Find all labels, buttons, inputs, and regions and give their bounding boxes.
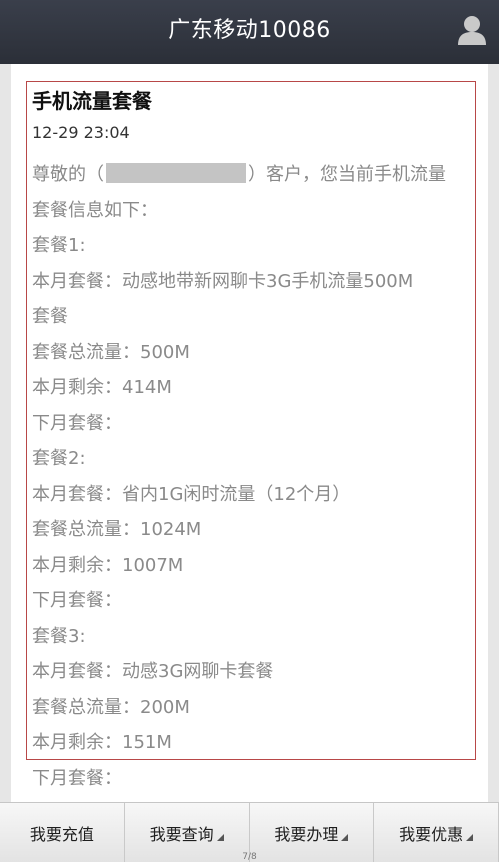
user-avatar-icon[interactable] xyxy=(456,13,488,45)
submenu-triangle-icon xyxy=(466,833,474,841)
recharge-button-label: 我要充值 xyxy=(29,824,94,844)
message-line: 套餐 xyxy=(32,306,68,327)
message-time: 12-29 23:04 xyxy=(32,123,130,142)
greeting-prefix: 尊敬的（ xyxy=(32,164,104,185)
app-header: 广东移动10086 xyxy=(0,0,499,64)
message-line: 套餐2: xyxy=(32,448,86,469)
submenu-triangle-icon xyxy=(341,833,349,841)
offers-button-label: 我要优惠 xyxy=(399,824,464,844)
message-line: 本月套餐：动感3G网聊卡套餐 xyxy=(32,661,274,682)
message-body: 尊敬的（ ）客户，您当前手机流量 套餐信息如下： 套餐1: 本月套餐：动感地带新网… xyxy=(32,157,482,796)
message-line: 下月套餐： xyxy=(32,412,122,434)
message-card: 手机流量套餐 12-29 23:04 尊敬的（ ）客户，您当前手机流量 套餐信息如… xyxy=(11,64,488,804)
message-line: 套餐1: xyxy=(32,235,86,256)
header-title: 广东移动10086 xyxy=(168,18,331,43)
message-line: 本月剩余：1007M xyxy=(32,554,184,576)
message-line: 套餐3: xyxy=(32,625,86,647)
message-line: 本月套餐：动感地带新网聊卡3G手机流量500M xyxy=(32,270,414,292)
greeting-suffix: ）客户，您当前手机流量 xyxy=(248,164,446,185)
message-line: 本月套餐：省内1G闲时流量（12个月） xyxy=(32,483,351,505)
submenu-triangle-icon xyxy=(216,833,224,841)
message-title: 手机流量套餐 xyxy=(32,89,152,113)
message-line: 套餐总流量：200M xyxy=(32,696,190,718)
bottom-menu: 我要充值 我要查询 我要办理 我要优惠 7/8 xyxy=(0,802,499,862)
message-line: 本月剩余：151M xyxy=(32,732,172,753)
redacted-number xyxy=(106,163,246,183)
greeting-line: 尊敬的（ ）客户，您当前手机流量 xyxy=(32,157,482,193)
message-line: 下月套餐： xyxy=(32,767,122,789)
message-line: 本月剩余：414M xyxy=(32,377,172,398)
message-line: 套餐总流量：500M xyxy=(32,341,190,363)
message-line: 套餐总流量：1024M xyxy=(32,519,202,540)
message-line: 套餐信息如下： xyxy=(32,199,158,221)
page-indicator: 7/8 xyxy=(242,852,257,862)
query-button-label: 我要查询 xyxy=(149,824,214,844)
message-line: 下月套餐： xyxy=(32,590,122,611)
handle-button-label: 我要办理 xyxy=(274,824,339,844)
